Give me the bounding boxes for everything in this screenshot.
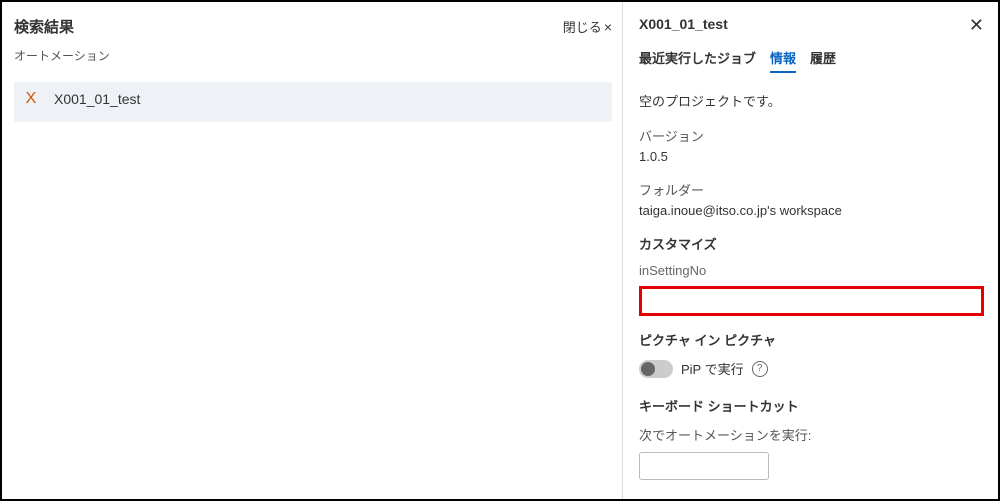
version-label: バージョン	[639, 126, 984, 145]
customize-heading: カスタマイズ	[639, 234, 984, 253]
pip-heading: ピクチャ イン ピクチャ	[639, 330, 984, 349]
left-header: 検索結果 閉じる ×	[14, 16, 612, 37]
setting-label: inSettingNo	[639, 263, 984, 278]
help-icon[interactable]: ?	[752, 361, 768, 377]
automation-section-label: オートメーション	[14, 47, 612, 64]
close-search-button[interactable]: 閉じる ×	[563, 17, 612, 36]
tab-info[interactable]: 情報	[770, 48, 796, 73]
shortcut-label: 次でオートメーションを実行:	[639, 425, 984, 444]
folder-label: フォルダー	[639, 180, 984, 199]
pip-toggle[interactable]	[639, 360, 673, 378]
result-row[interactable]: X X001_01_test	[14, 82, 612, 122]
tab-recent-jobs[interactable]: 最近実行したジョブ	[639, 48, 756, 73]
project-description: 空のプロジェクトです。	[639, 91, 984, 110]
pip-label: PiP で実行	[681, 359, 744, 378]
search-results-title: 検索結果	[14, 16, 74, 37]
folder-value: taiga.inoue@itso.co.jp's workspace	[639, 203, 984, 218]
close-icon: ×	[604, 19, 612, 35]
setting-input-highlight[interactable]	[639, 286, 984, 316]
details-tabs: 最近実行したジョブ 情報 履歴	[639, 48, 984, 73]
pip-toggle-row: PiP で実行 ?	[639, 359, 984, 378]
details-title: X001_01_test	[639, 16, 728, 32]
shortcut-input[interactable]	[639, 452, 769, 480]
version-value: 1.0.5	[639, 149, 984, 164]
details-panel: X001_01_test ✕ 最近実行したジョブ 情報 履歴 空のプロジェクトで…	[623, 2, 998, 499]
right-header: X001_01_test ✕	[639, 16, 984, 34]
close-label: 閉じる	[563, 17, 602, 36]
automation-icon: X	[22, 90, 40, 108]
shortcut-heading: キーボード ショートカット	[639, 396, 984, 415]
close-details-button[interactable]: ✕	[969, 16, 984, 34]
toggle-knob	[641, 362, 655, 376]
search-results-panel: 検索結果 閉じる × オートメーション X X001_01_test	[2, 2, 623, 499]
result-name: X001_01_test	[54, 91, 140, 107]
tab-history[interactable]: 履歴	[810, 48, 836, 73]
